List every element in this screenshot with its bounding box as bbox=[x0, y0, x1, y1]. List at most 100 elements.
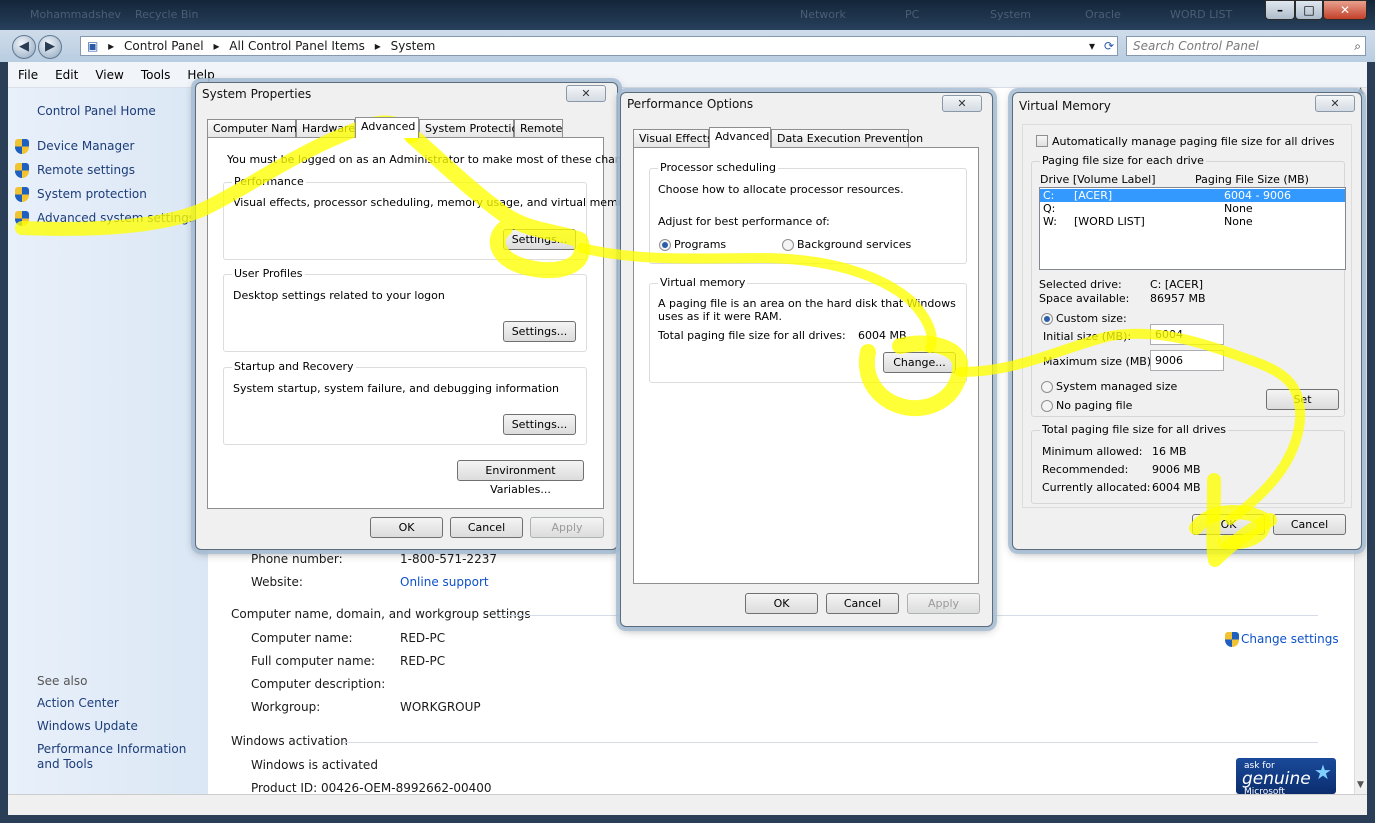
tab-hardware[interactable]: Hardware bbox=[296, 119, 355, 137]
minimize-button[interactable]: – bbox=[1265, 0, 1295, 20]
performance-info-link[interactable]: Performance Information and Tools bbox=[37, 742, 202, 772]
breadcrumb-item[interactable]: All Control Panel Items bbox=[229, 39, 365, 53]
auto-manage-checkbox[interactable] bbox=[1036, 135, 1048, 147]
system-managed-label[interactable]: System managed size bbox=[1056, 380, 1177, 393]
tab-remote[interactable]: Remote bbox=[514, 119, 563, 137]
performance-settings-button[interactable]: Settings... bbox=[503, 229, 576, 250]
initial-size-input[interactable]: 6004 bbox=[1150, 324, 1224, 345]
maximum-size-input[interactable]: 9006 bbox=[1150, 350, 1224, 371]
minimum-allowed-label: Minimum allowed: bbox=[1042, 445, 1143, 458]
shield-icon bbox=[1225, 632, 1239, 647]
size-column-header: Paging File Size (MB) bbox=[1195, 173, 1309, 186]
processor-scheduling-group: Processor scheduling Choose how to alloc… bbox=[649, 161, 967, 264]
system-managed-radio[interactable] bbox=[1041, 381, 1053, 393]
online-support-link[interactable]: Online support bbox=[400, 575, 489, 589]
no-paging-file-label[interactable]: No paging file bbox=[1056, 399, 1132, 412]
no-paging-file-radio[interactable] bbox=[1041, 400, 1053, 412]
cancel-button[interactable]: Cancel bbox=[450, 517, 523, 538]
apply-button[interactable]: Apply bbox=[530, 517, 604, 538]
desktop-icon-label[interactable]: Network bbox=[800, 8, 846, 21]
breadcrumb-separator-icon: ▸ bbox=[108, 39, 115, 53]
drive-list[interactable]: C: [ACER] 6004 - 9006 Q: None W: [WORD L… bbox=[1039, 187, 1346, 270]
tab-advanced[interactable]: Advanced bbox=[355, 117, 419, 138]
drive-column-header: Drive [Volume Label] bbox=[1040, 173, 1156, 186]
drive-volume-label: [WORD LIST] bbox=[1074, 215, 1145, 228]
desktop-icon-label[interactable]: Oracle bbox=[1085, 8, 1121, 21]
breadcrumb-item[interactable]: System bbox=[391, 39, 436, 53]
windows-update-link[interactable]: Windows Update bbox=[37, 719, 138, 733]
currently-allocated-value: 6004 MB bbox=[1152, 481, 1201, 494]
drives-group-title: Paging file size for each drive bbox=[1040, 154, 1206, 167]
close-icon[interactable]: ✕ bbox=[566, 85, 606, 102]
tab-visual-effects[interactable]: Visual Effects bbox=[633, 129, 713, 147]
ok-button[interactable]: OK bbox=[1192, 514, 1265, 535]
computer-icon: ▣ bbox=[87, 39, 99, 53]
product-id: Product ID: 00426-OEM-8992662-00400 bbox=[251, 781, 492, 795]
maximize-button[interactable]: □ bbox=[1295, 0, 1323, 20]
apply-button[interactable]: Apply bbox=[907, 593, 980, 614]
menu-file[interactable]: File bbox=[8, 62, 45, 82]
custom-size-radio[interactable] bbox=[1041, 313, 1053, 325]
advanced-system-settings-link[interactable]: Advanced system settings bbox=[37, 211, 195, 225]
drive-letter[interactable]: Q: bbox=[1043, 202, 1055, 215]
back-button[interactable]: ◀ bbox=[12, 35, 36, 59]
desktop-icon-label[interactable]: System bbox=[990, 8, 1031, 21]
forward-button[interactable]: ▶ bbox=[38, 35, 62, 59]
workgroup-value: WORKGROUP bbox=[400, 700, 481, 714]
breadcrumb[interactable]: ▣ ▸ Control Panel ▸ All Control Panel It… bbox=[80, 36, 1118, 56]
programs-radio[interactable] bbox=[659, 239, 671, 251]
search-input[interactable]: Search Control Panel ⌕ bbox=[1126, 36, 1366, 56]
recommended-value: 9006 MB bbox=[1152, 463, 1201, 476]
totals-group-title: Total paging file size for all drives bbox=[1040, 423, 1229, 436]
control-panel-home-link[interactable]: Control Panel Home bbox=[37, 104, 156, 118]
desktop-icon-label[interactable]: WORD LIST bbox=[1170, 8, 1232, 21]
ok-button[interactable]: OK bbox=[745, 593, 818, 614]
drive-letter[interactable]: W: bbox=[1043, 215, 1057, 228]
programs-radio-label[interactable]: Programs bbox=[674, 238, 726, 251]
user-profiles-settings-button[interactable]: Settings... bbox=[503, 321, 576, 342]
close-icon[interactable]: ✕ bbox=[942, 95, 982, 112]
breadcrumb-item[interactable]: Control Panel bbox=[124, 39, 204, 53]
cancel-button[interactable]: Cancel bbox=[1273, 514, 1346, 535]
close-button[interactable]: ✕ bbox=[1323, 0, 1367, 20]
maximum-size-label: Maximum size (MB): bbox=[1043, 355, 1155, 368]
refresh-icon[interactable]: ⟳ bbox=[1104, 37, 1114, 55]
change-settings-link[interactable]: Change settings bbox=[1241, 632, 1339, 646]
desktop-icon-label[interactable]: Recycle Bin bbox=[135, 8, 198, 21]
background-services-radio-label[interactable]: Background services bbox=[797, 238, 911, 251]
genuine-microsoft-badge[interactable]: ask for genuine Microsoft ★ bbox=[1236, 758, 1336, 797]
admin-note: You must be logged on as an Administrato… bbox=[227, 153, 645, 166]
action-center-link[interactable]: Action Center bbox=[37, 696, 119, 710]
dialog-title: Performance Options bbox=[627, 97, 754, 111]
scroll-down-icon[interactable]: ▼ bbox=[1357, 780, 1364, 790]
total-paging-value: 6004 MB bbox=[858, 329, 907, 342]
tab-computer-name[interactable]: Computer Name bbox=[207, 119, 304, 137]
menu-tools[interactable]: Tools bbox=[131, 62, 178, 82]
desktop-icon-label[interactable]: PC bbox=[905, 8, 919, 21]
background-services-radio[interactable] bbox=[782, 239, 794, 251]
remote-settings-link[interactable]: Remote settings bbox=[37, 163, 135, 177]
tab-system-protection[interactable]: System Protection bbox=[419, 119, 525, 137]
menu-edit[interactable]: Edit bbox=[45, 62, 85, 82]
ok-button[interactable]: OK bbox=[370, 517, 443, 538]
set-button[interactable]: Set bbox=[1266, 389, 1339, 410]
user-profiles-group: User Profiles Desktop settings related t… bbox=[223, 267, 587, 352]
change-button[interactable]: Change... bbox=[883, 352, 956, 373]
environment-variables-button[interactable]: Environment Variables... bbox=[457, 460, 584, 496]
desktop-icon-label[interactable]: Mohammadshev bbox=[30, 8, 121, 21]
startup-recovery-settings-button[interactable]: Settings... bbox=[503, 414, 576, 435]
tab-advanced[interactable]: Advanced bbox=[709, 127, 771, 148]
device-manager-link[interactable]: Device Manager bbox=[37, 139, 134, 153]
custom-size-label[interactable]: Custom size: bbox=[1056, 312, 1127, 325]
menu-help[interactable]: Help bbox=[177, 62, 221, 82]
system-protection-link[interactable]: System protection bbox=[37, 187, 147, 201]
auto-manage-label[interactable]: Automatically manage paging file size fo… bbox=[1052, 135, 1335, 148]
search-icon[interactable]: ⌕ bbox=[1354, 37, 1361, 55]
close-icon[interactable]: ✕ bbox=[1315, 95, 1355, 112]
startup-recovery-group: Startup and Recovery System startup, sys… bbox=[223, 360, 587, 445]
selected-drive-value: C: [ACER] bbox=[1150, 278, 1204, 291]
dropdown-arrow-icon[interactable]: ▾ bbox=[1089, 37, 1095, 55]
tab-data-execution-prevention[interactable]: Data Execution Prevention bbox=[771, 129, 923, 147]
menu-view[interactable]: View bbox=[85, 62, 130, 82]
cancel-button[interactable]: Cancel bbox=[826, 593, 899, 614]
